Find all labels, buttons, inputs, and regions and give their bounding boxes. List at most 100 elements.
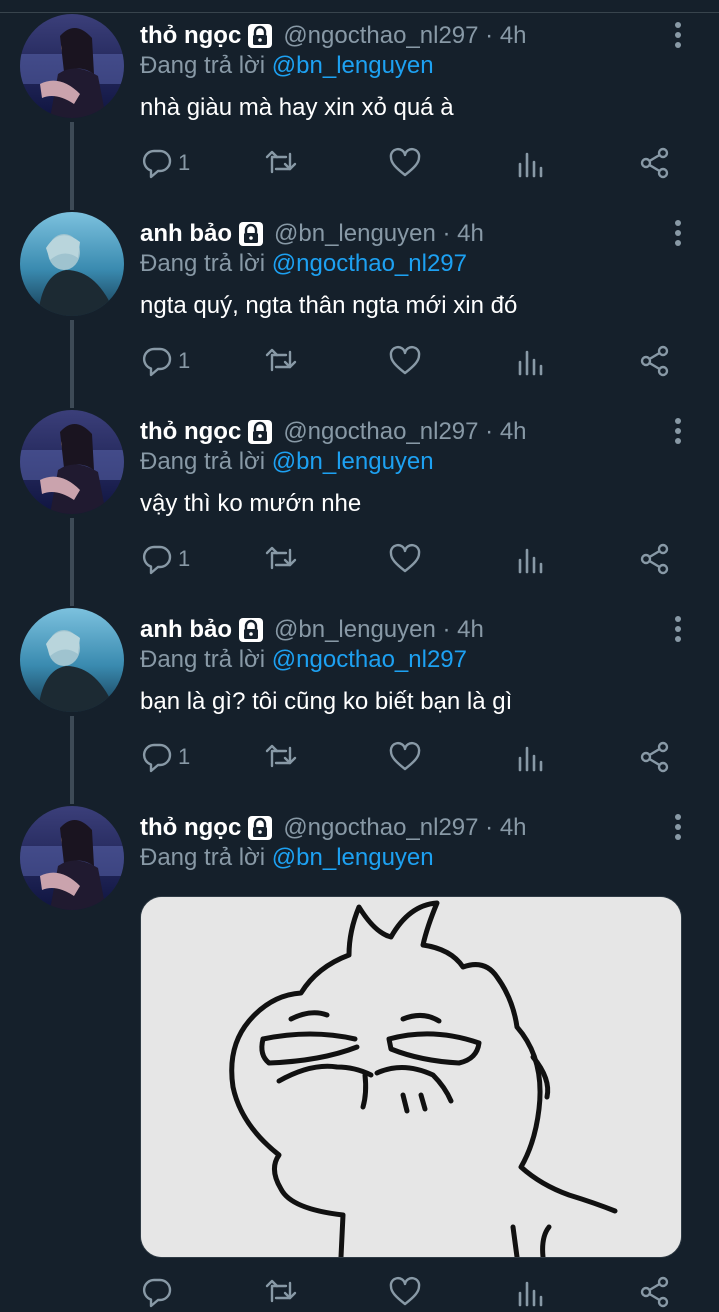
analytics-icon	[518, 350, 543, 376]
retweet-icon	[265, 744, 297, 768]
heart-icon	[389, 741, 421, 771]
more-vertical-icon[interactable]	[664, 418, 692, 452]
more-vertical-icon[interactable]	[664, 22, 692, 56]
avatar-image	[20, 608, 124, 712]
tweet-header: anh bảo @bn_lenguyen · 4h	[140, 218, 484, 250]
lock-icon	[247, 419, 273, 445]
reply-icon	[142, 347, 172, 377]
replying-to: Đang trả lời @bn_lenguyen	[140, 448, 434, 476]
tweet-actions	[0, 1272, 719, 1312]
reply-button[interactable]	[140, 1272, 174, 1312]
display-name[interactable]: anh bảo	[140, 616, 232, 644]
mention-link[interactable]: @bn_lenguyen	[272, 844, 434, 871]
avatar[interactable]	[20, 212, 124, 316]
retweet-button[interactable]	[264, 737, 298, 777]
tweet-text: ngta quý, ngta thân ngta mới xin đó	[140, 292, 518, 319]
replying-prefix: Đang trả lời	[140, 250, 266, 277]
analytics-icon	[518, 548, 543, 574]
avatar[interactable]	[20, 608, 124, 712]
like-button[interactable]	[388, 737, 422, 777]
retweet-button[interactable]	[264, 539, 298, 579]
analytics-button[interactable]	[514, 143, 548, 183]
retweet-button[interactable]	[264, 143, 298, 183]
like-button[interactable]	[388, 341, 422, 381]
avatar-image	[20, 14, 124, 118]
share-button[interactable]	[638, 1272, 672, 1312]
display-name[interactable]: thỏ ngọc	[140, 814, 241, 842]
retweet-button[interactable]	[264, 341, 298, 381]
replying-prefix: Đang trả lời	[140, 52, 266, 79]
more-vertical-icon[interactable]	[664, 814, 692, 848]
avatar[interactable]	[20, 410, 124, 514]
reply-count: 1	[178, 348, 191, 373]
tweet-text: vậy thì ko mướn nhe	[140, 490, 362, 517]
retweet-icon	[265, 150, 297, 174]
handle-and-time[interactable]: @ngocthao_nl297 · 4h	[283, 22, 526, 50]
mention-link[interactable]: @ngocthao_nl297	[272, 250, 467, 277]
reply-button[interactable]: 1	[140, 143, 190, 183]
replying-to: Đang trả lời @bn_lenguyen	[140, 52, 434, 80]
share-button[interactable]	[638, 341, 672, 381]
share-icon	[640, 147, 669, 179]
tweet-header: thỏ ngọc @ngocthao_nl297 · 4h	[140, 812, 527, 844]
retweet-button[interactable]	[264, 1272, 298, 1312]
more-vertical-icon[interactable]	[664, 220, 692, 254]
avatar[interactable]	[20, 14, 124, 118]
tweet-header: thỏ ngọc @ngocthao_nl297 · 4h	[140, 416, 527, 448]
retweet-icon	[265, 1279, 297, 1303]
replying-prefix: Đang trả lời	[140, 646, 266, 673]
display-name[interactable]: thỏ ngọc	[140, 22, 241, 50]
reply-count: 1	[178, 744, 191, 769]
mention-link[interactable]: @ngocthao_nl297	[272, 646, 467, 673]
tweet[interactable]: thỏ ngọc @ngocthao_nl297 · 4h Đang trả l…	[0, 806, 719, 1298]
analytics-button[interactable]	[514, 539, 548, 579]
mention-link[interactable]: @bn_lenguyen	[272, 52, 434, 79]
analytics-icon	[518, 746, 543, 772]
tweet-media-image[interactable]	[140, 896, 682, 1258]
analytics-icon	[518, 1281, 543, 1307]
reply-icon	[142, 743, 172, 773]
display-name[interactable]: thỏ ngọc	[140, 418, 241, 446]
more-vertical-icon[interactable]	[664, 616, 692, 650]
replying-to: Đang trả lời @bn_lenguyen	[140, 844, 434, 872]
tweet-header: anh bảo @bn_lenguyen · 4h	[140, 614, 484, 646]
handle-and-time[interactable]: @ngocthao_nl297 · 4h	[283, 814, 526, 842]
lock-icon	[238, 221, 264, 247]
tweet-actions: 1	[0, 143, 719, 183]
reply-button[interactable]: 1	[140, 341, 190, 381]
mention-link[interactable]: @bn_lenguyen	[272, 448, 434, 475]
tweet-actions: 1	[0, 539, 719, 579]
display-name[interactable]: anh bảo	[140, 220, 232, 248]
analytics-button[interactable]	[514, 341, 548, 381]
heart-icon	[389, 345, 421, 375]
tweet-header: thỏ ngọc @ngocthao_nl297 · 4h	[140, 20, 527, 52]
handle-and-time[interactable]: @ngocthao_nl297 · 4h	[283, 418, 526, 446]
handle-and-time[interactable]: @bn_lenguyen · 4h	[274, 220, 484, 248]
analytics-button[interactable]	[514, 1272, 548, 1312]
share-button[interactable]	[638, 737, 672, 777]
reply-icon	[142, 1278, 172, 1308]
tweet-actions: 1	[0, 341, 719, 381]
like-button[interactable]	[388, 143, 422, 183]
like-button[interactable]	[388, 1272, 422, 1312]
replying-to: Đang trả lời @ngocthao_nl297	[140, 250, 467, 278]
lock-icon	[247, 815, 273, 841]
handle-and-time[interactable]: @bn_lenguyen · 4h	[274, 616, 484, 644]
heart-icon	[389, 543, 421, 573]
share-icon	[640, 1276, 669, 1308]
lock-icon	[247, 23, 273, 49]
reply-button[interactable]: 1	[140, 737, 190, 777]
heart-icon	[389, 147, 421, 177]
reply-icon	[142, 149, 172, 179]
reply-button[interactable]: 1	[140, 539, 190, 579]
share-button[interactable]	[638, 539, 672, 579]
analytics-button[interactable]	[514, 737, 548, 777]
tweet-text: nhà giàu mà hay xin xỏ quá à	[140, 94, 454, 121]
reply-count: 1	[178, 546, 191, 571]
tweet-actions: 1	[0, 737, 719, 777]
retweet-icon	[265, 546, 297, 570]
share-button[interactable]	[638, 143, 672, 183]
avatar[interactable]	[20, 806, 124, 910]
like-button[interactable]	[388, 539, 422, 579]
share-icon	[640, 741, 669, 773]
